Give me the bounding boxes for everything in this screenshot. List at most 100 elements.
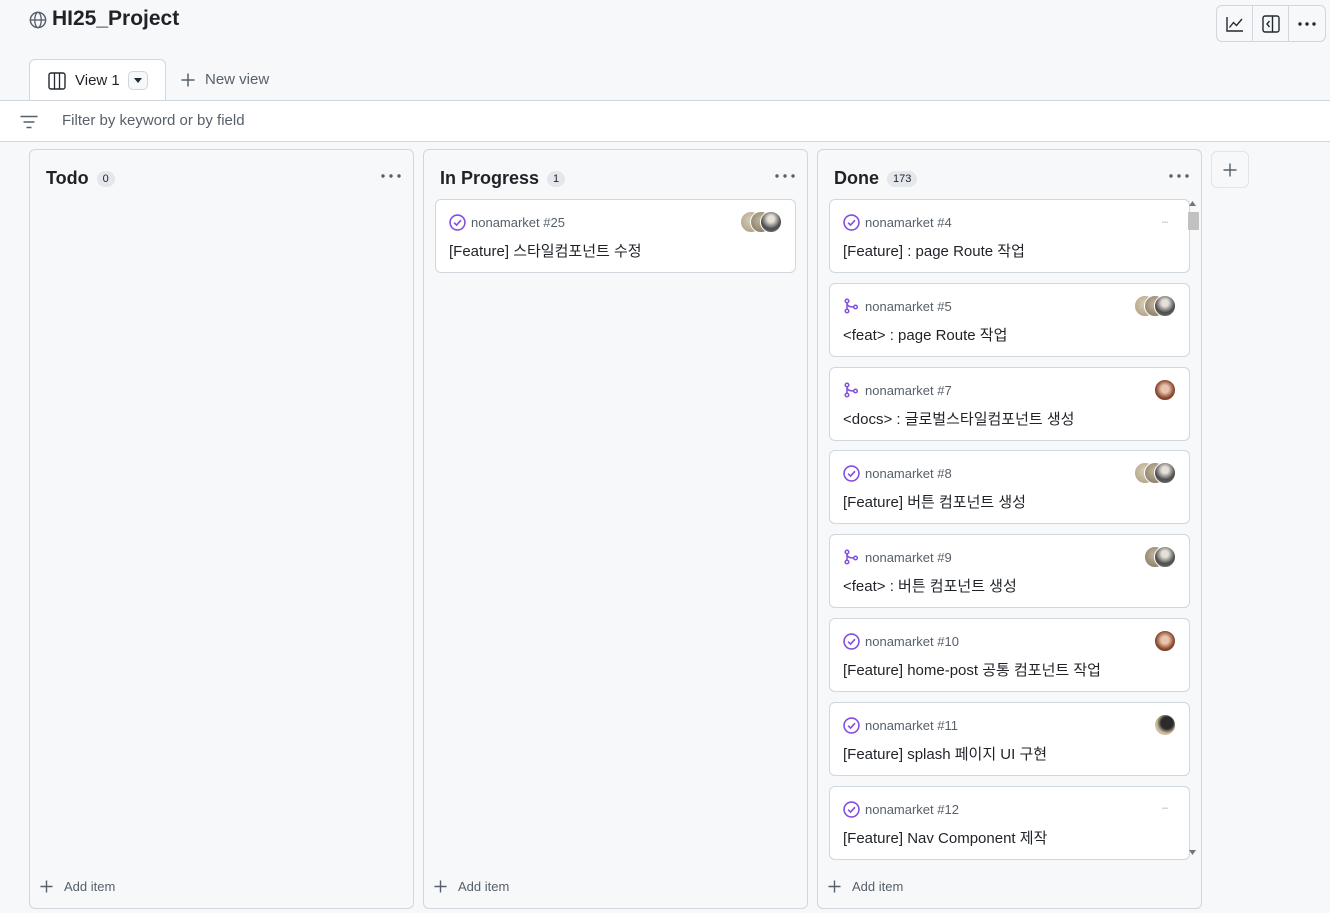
column-menu-icon[interactable] bbox=[1169, 174, 1189, 178]
add-item-label: Add item bbox=[852, 879, 904, 894]
card-title[interactable]: <feat> : 버튼 컴포넌트 생성 bbox=[843, 575, 1017, 596]
plus-icon bbox=[1223, 163, 1237, 176]
assignee-avatars bbox=[1134, 462, 1176, 485]
card-reference[interactable]: nonamarket #5 bbox=[865, 299, 952, 314]
pull-request-merged-icon bbox=[844, 382, 859, 398]
card-title[interactable]: [Feature] splash 페이지 UI 구현 bbox=[843, 743, 1047, 764]
column-menu-icon[interactable] bbox=[381, 174, 401, 178]
assignee-avatars bbox=[1154, 630, 1176, 652]
side-panel-button[interactable] bbox=[1253, 6, 1289, 41]
column-header: Done 173 bbox=[834, 168, 918, 189]
insights-button[interactable] bbox=[1217, 6, 1253, 41]
done-scrollbar[interactable] bbox=[1185, 198, 1199, 860]
card-title[interactable]: [Feature] 버튼 컴포넌트 생성 bbox=[843, 491, 1026, 512]
card-title[interactable]: [Feature] 스타일컴포넌트 수정 bbox=[449, 240, 642, 261]
card-reference[interactable]: nonamarket #4 bbox=[865, 215, 952, 230]
scroll-down-arrow-icon[interactable] bbox=[1189, 850, 1196, 855]
tab-label: View 1 bbox=[75, 72, 120, 89]
card-reference[interactable]: nonamarket #25 bbox=[471, 215, 565, 230]
avatar[interactable] bbox=[1154, 713, 1176, 736]
pull-request-merged-icon bbox=[844, 298, 859, 314]
issue-closed-icon bbox=[843, 800, 860, 818]
project-card[interactable]: nonamarket #11 [Feature] splash 페이지 UI 구현 bbox=[829, 701, 1190, 776]
plus-icon bbox=[40, 880, 53, 893]
issue-closed-icon bbox=[843, 633, 860, 650]
add-item-button[interactable]: Add item bbox=[828, 879, 903, 894]
column-in-progress: In Progress 1 nonamarket #25 [Feature] 스타… bbox=[423, 149, 808, 909]
board-icon bbox=[48, 72, 66, 90]
column-done: Done 173 nonamarket #4 [Feature] : page R… bbox=[817, 149, 1202, 909]
project-header: HI25_Project bbox=[0, 0, 1330, 60]
project-card[interactable]: nonamarket #25 [Feature] 스타일컴포넌트 수정 bbox=[435, 199, 796, 273]
column-count-badge: 1 bbox=[547, 170, 566, 187]
plus-icon bbox=[434, 880, 447, 893]
graph-icon bbox=[1225, 16, 1243, 32]
project-card[interactable]: nonamarket #7 <docs> : 글로벌스타일컴포넌트 생성 bbox=[829, 366, 1190, 441]
column-header: Todo 0 bbox=[46, 168, 115, 189]
filter-input[interactable] bbox=[62, 112, 662, 129]
card-title[interactable]: [Feature] Nav Component 제작 bbox=[843, 827, 1047, 848]
triangle-down-icon bbox=[134, 78, 142, 83]
card-reference[interactable]: nonamarket #8 bbox=[865, 466, 952, 481]
card-reference[interactable]: nonamarket #9 bbox=[865, 550, 952, 565]
kebab-horizontal-icon bbox=[1298, 21, 1316, 26]
card-reference[interactable]: nonamarket #12 bbox=[865, 802, 959, 817]
project-card[interactable]: nonamarket #5 <feat> : page Route 작업 bbox=[829, 282, 1190, 357]
new-view-button[interactable]: New view bbox=[181, 71, 269, 88]
avatar[interactable] bbox=[1154, 462, 1176, 485]
view-options-dropdown[interactable] bbox=[128, 71, 148, 90]
project-title[interactable]: HI25_Project bbox=[52, 7, 179, 31]
card-title[interactable]: [Feature] : page Route 작업 bbox=[843, 240, 1025, 261]
project-card[interactable]: nonamarket #9 <feat> : 버튼 컴포넌트 생성 bbox=[829, 534, 1190, 609]
scroll-up-arrow-icon[interactable] bbox=[1189, 201, 1196, 206]
scroll-thumb[interactable] bbox=[1188, 212, 1199, 230]
column-count-badge: 173 bbox=[887, 170, 918, 187]
project-card[interactable]: nonamarket #10 [Feature] home-post 공통 컴포넌… bbox=[829, 618, 1190, 692]
issue-closed-icon bbox=[843, 214, 860, 231]
view-tabs: View 1 New view bbox=[0, 59, 1330, 101]
column-title: Done bbox=[834, 168, 879, 188]
plus-icon bbox=[828, 880, 841, 893]
assignee-avatars bbox=[1144, 546, 1176, 569]
avatar[interactable] bbox=[1154, 378, 1176, 401]
issue-closed-icon bbox=[449, 214, 466, 231]
card-reference[interactable]: nonamarket #11 bbox=[865, 718, 958, 733]
card-title[interactable]: [Feature] home-post 공통 컴포넌트 작업 bbox=[843, 659, 1101, 680]
filter-bar bbox=[0, 101, 1330, 142]
column-menu-icon[interactable] bbox=[775, 174, 795, 178]
tab-view-1[interactable]: View 1 bbox=[29, 59, 166, 100]
card-title[interactable]: <feat> : page Route 작업 bbox=[843, 324, 1007, 345]
issue-closed-icon bbox=[843, 717, 860, 734]
add-item-label: Add item bbox=[64, 879, 116, 894]
header-actions bbox=[1216, 5, 1326, 42]
column-header: In Progress 1 bbox=[440, 168, 566, 189]
avatar[interactable] bbox=[1154, 546, 1176, 569]
sidebar-icon bbox=[1261, 14, 1280, 33]
add-item-button[interactable]: Add item bbox=[40, 879, 115, 894]
column-title: In Progress bbox=[440, 168, 540, 188]
column-todo: Todo 0 Add item bbox=[29, 149, 414, 909]
assignee-avatars bbox=[1154, 378, 1176, 401]
card-title[interactable]: <docs> : 글로벌스타일컴포넌트 생성 bbox=[843, 408, 1074, 429]
add-item-button[interactable]: Add item bbox=[434, 879, 509, 894]
plus-icon bbox=[181, 73, 195, 86]
avatar[interactable]: ᵕᵕ bbox=[1154, 798, 1176, 820]
project-card[interactable]: nonamarket #4 [Feature] : page Route 작업 ᵕᵕ bbox=[829, 199, 1190, 273]
globe-icon bbox=[29, 11, 47, 29]
more-options-button[interactable] bbox=[1289, 6, 1325, 41]
pull-request-merged-icon bbox=[844, 549, 859, 565]
avatar[interactable] bbox=[760, 211, 782, 233]
issue-closed-icon bbox=[843, 465, 860, 483]
column-title: Todo bbox=[46, 168, 89, 188]
card-reference[interactable]: nonamarket #10 bbox=[865, 634, 959, 649]
assignee-avatars bbox=[1134, 294, 1176, 317]
avatar[interactable] bbox=[1154, 294, 1176, 317]
project-card[interactable]: nonamarket #8 [Feature] 버튼 컴포넌트 생성 bbox=[829, 450, 1190, 525]
project-card[interactable]: nonamarket #12 [Feature] Nav Component 제작… bbox=[829, 785, 1190, 860]
avatar[interactable]: ᵕᵕ bbox=[1154, 211, 1176, 233]
new-view-label: New view bbox=[205, 71, 270, 88]
card-reference[interactable]: nonamarket #7 bbox=[865, 383, 952, 398]
avatar[interactable] bbox=[1154, 630, 1176, 652]
assignee-avatars bbox=[740, 211, 782, 233]
add-column-button[interactable] bbox=[1211, 151, 1249, 188]
